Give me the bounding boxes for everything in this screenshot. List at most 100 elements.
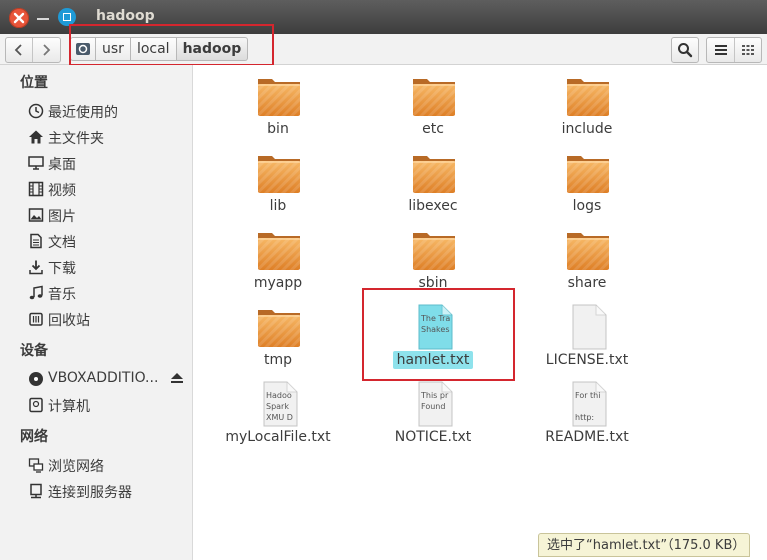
sidebar-section-devices: 设备: [20, 343, 48, 359]
server-icon: [30, 483, 42, 499]
folder-item-lib[interactable]: lib: [208, 142, 348, 217]
search-button[interactable]: [671, 37, 699, 63]
document-icon: [30, 233, 42, 249]
folder-item-share[interactable]: share: [517, 219, 657, 294]
sidebar-item-browse-network[interactable]: 浏览网络: [28, 454, 190, 476]
file-item-mylocalfile-txt[interactable]: Hadoo Spark XMU D myLocalFile.txt: [208, 373, 348, 448]
path-crumb-usr[interactable]: usr: [96, 37, 131, 61]
file-name-text: NOTICE.txt: [394, 429, 472, 445]
folder-item-tmp[interactable]: tmp: [208, 296, 348, 371]
path-root-button[interactable]: [70, 37, 96, 61]
optical-disc-icon: [29, 372, 43, 386]
file-item-notice-txt[interactable]: This pr Found NOTICE.txt: [363, 373, 503, 448]
file-name-label: bin: [208, 121, 348, 137]
folder-item-sbin[interactable]: sbin: [363, 219, 503, 294]
file-view[interactable]: bin etc include lib libexec logs myapp sbin shar…: [193, 65, 767, 560]
file-name-text: hamlet.txt: [392, 351, 474, 369]
back-button[interactable]: [6, 38, 33, 62]
file-name-text: lib: [269, 198, 287, 214]
text-file-icon: This pr Found: [418, 381, 453, 427]
file-name-label: share: [517, 275, 657, 291]
file-manager-window: hadoop usr local hadoop 位置 最近使用的 主文件夹 桌面…: [0, 0, 767, 560]
file-name-text: logs: [572, 198, 602, 214]
file-name-text: bin: [267, 121, 289, 137]
text-file-icon: The Tra Shakes: [418, 304, 453, 350]
folder-item-bin[interactable]: bin: [208, 65, 348, 140]
folder-icon: [567, 79, 609, 116]
clock-icon: [28, 103, 44, 119]
svg-text:For thi: For thi: [575, 391, 600, 400]
file-item-readme-txt[interactable]: For thi http: README.txt: [517, 373, 657, 448]
minimize-button[interactable]: [37, 18, 49, 20]
chevron-left-icon: [14, 44, 22, 56]
text-file-icon: [572, 304, 607, 350]
sidebar-item-computer[interactable]: 计算机: [28, 394, 190, 416]
network-icon: [28, 458, 44, 473]
file-name-text: sbin: [418, 275, 448, 291]
grid-view-icon[interactable]: [741, 44, 755, 56]
folder-item-include[interactable]: include: [517, 65, 657, 140]
sidebar-item-pictures[interactable]: 图片: [28, 204, 190, 226]
search-icon: [678, 43, 693, 58]
file-name-text: libexec: [408, 198, 458, 214]
chevron-right-icon: [43, 44, 51, 56]
file-name-label: tmp: [208, 352, 348, 368]
svg-text:This pr: This pr: [420, 391, 449, 400]
folder-item-myapp[interactable]: myapp: [208, 219, 348, 294]
sidebar-item-home[interactable]: 主文件夹: [28, 126, 190, 148]
sidebar-item-desktop[interactable]: 桌面: [28, 152, 190, 174]
file-name-label: LICENSE.txt: [517, 352, 657, 368]
svg-text:Spark: Spark: [266, 402, 289, 411]
folder-item-etc[interactable]: etc: [363, 65, 503, 140]
nav-buttons: [5, 37, 61, 63]
svg-text:The Tra: The Tra: [420, 314, 450, 323]
svg-text:http:: http:: [575, 413, 594, 422]
trash-icon: [29, 312, 43, 326]
view-mode-buttons: [706, 37, 762, 63]
status-bubble: 选中了“hamlet.txt”（175.0 KB）: [538, 533, 750, 557]
sidebar-item-trash[interactable]: 回收站: [28, 308, 190, 330]
close-button[interactable]: [9, 8, 29, 28]
eject-icon[interactable]: [170, 372, 184, 384]
file-name-label: hamlet.txt: [363, 351, 503, 369]
file-name-text: myLocalFile.txt: [225, 429, 331, 445]
maximize-button[interactable]: [58, 8, 76, 26]
folder-item-libexec[interactable]: libexec: [363, 142, 503, 217]
folder-icon: [258, 310, 300, 347]
file-name-label: logs: [517, 198, 657, 214]
path-crumb-hadoop[interactable]: hadoop: [176, 37, 249, 61]
file-item-license-txt[interactable]: LICENSE.txt: [517, 296, 657, 371]
svg-text:Found: Found: [421, 402, 445, 411]
sidebar-item-downloads[interactable]: 下载: [28, 256, 190, 278]
folder-icon: [258, 156, 300, 193]
sidebar-item-recent[interactable]: 最近使用的: [28, 100, 190, 122]
file-name-text: README.txt: [545, 429, 629, 445]
folder-item-logs[interactable]: logs: [517, 142, 657, 217]
path-crumb-local[interactable]: local: [130, 37, 177, 61]
computer-icon: [29, 397, 43, 413]
list-view-icon[interactable]: [714, 44, 728, 56]
sidebar-item-videos[interactable]: 视频: [28, 178, 190, 200]
forward-button[interactable]: [33, 38, 59, 62]
file-item-hamlet-txt[interactable]: The Tra Shakes hamlet.txt: [363, 296, 503, 371]
folder-icon: [258, 79, 300, 116]
title-bar[interactable]: hadoop: [0, 0, 767, 34]
file-name-text: etc: [422, 121, 444, 137]
file-name-label: include: [517, 121, 657, 137]
file-name-label: myapp: [208, 275, 348, 291]
file-name-label: README.txt: [517, 429, 657, 445]
sidebar-item-connect-server[interactable]: 连接到服务器: [28, 480, 190, 502]
folder-icon: [567, 156, 609, 193]
file-name-label: NOTICE.txt: [363, 429, 503, 445]
svg-text:Hadoo: Hadoo: [266, 391, 292, 400]
svg-text:XMU D: XMU D: [266, 413, 293, 422]
file-name-text: myapp: [253, 275, 303, 291]
file-name-text: tmp: [263, 352, 292, 368]
image-icon: [28, 208, 44, 222]
file-name-label: sbin: [363, 275, 503, 291]
path-bar: usr local hadoop: [70, 37, 249, 61]
sidebar-section-network: 网络: [20, 429, 48, 445]
sidebar-item-music[interactable]: 音乐: [28, 282, 190, 304]
sidebar-item-vbox-cd[interactable]: VBOXADDITIO...: [28, 368, 190, 390]
sidebar-item-documents[interactable]: 文档: [28, 230, 190, 252]
